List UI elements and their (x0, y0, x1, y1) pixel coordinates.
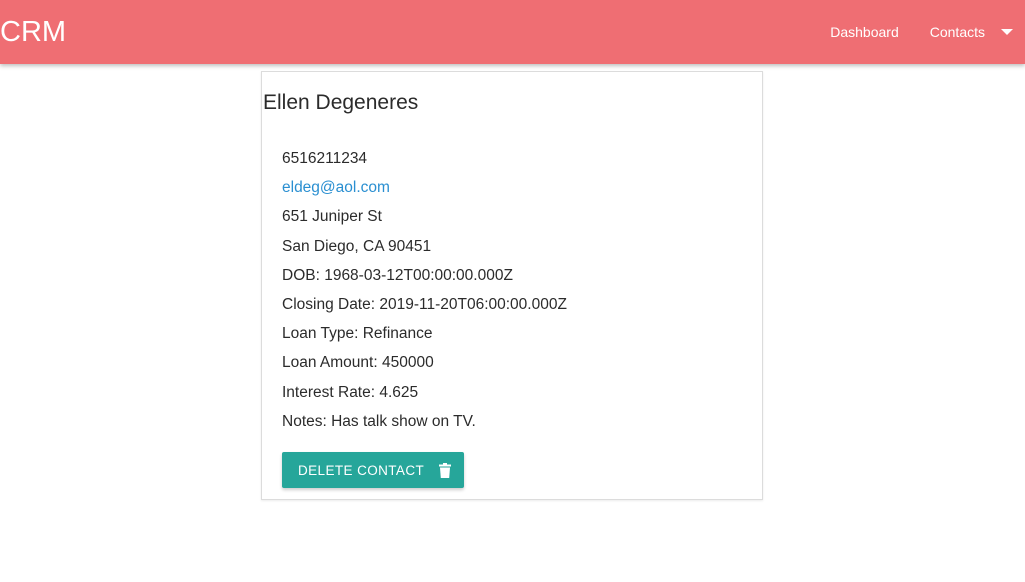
contact-dob: DOB: 1968-03-12T00:00:00.000Z (282, 266, 513, 284)
contact-closing-date: Closing Date: 2019-11-20T06:00:00.000Z (282, 295, 567, 313)
contact-email-link[interactable]: eldeg@aol.com (282, 179, 390, 196)
contact-city-state-zip: San Diego, CA 90451 (282, 237, 432, 255)
top-navbar: CRM Dashboard Contacts (0, 0, 1025, 64)
nav-links: Dashboard Contacts (799, 0, 1013, 64)
contact-notes: Notes: Has talk show on TV. (282, 412, 476, 430)
nav-dashboard-link[interactable]: Dashboard (830, 24, 899, 40)
contact-name: Ellen Degeneres (263, 91, 419, 114)
contact-email-row: eldeg@aol.com (282, 173, 567, 202)
contact-interest-rate: Interest Rate: 4.625 (282, 383, 419, 401)
contact-phone: 6516211234 (282, 150, 368, 167)
contact-loan-type: Loan Type: Refinance (282, 325, 433, 343)
contact-card: Ellen Degeneres 6516211234 eldeg@aol.com… (261, 71, 763, 500)
contact-street: 651 Juniper St (282, 208, 382, 226)
contact-loan-amount: Loan Amount: 450000 (282, 354, 434, 372)
contact-details: 6516211234 eldeg@aol.com 651 Juniper St … (282, 144, 567, 436)
brand-logo[interactable]: CRM (0, 14, 66, 50)
delete-contact-label: DELETE CONTACT (298, 462, 425, 478)
delete-contact-button[interactable]: DELETE CONTACT (282, 452, 464, 488)
arrow-drop-down-icon[interactable] (1001, 29, 1013, 35)
nav-contacts-link[interactable]: Contacts (930, 24, 985, 40)
trash-icon (439, 462, 452, 478)
